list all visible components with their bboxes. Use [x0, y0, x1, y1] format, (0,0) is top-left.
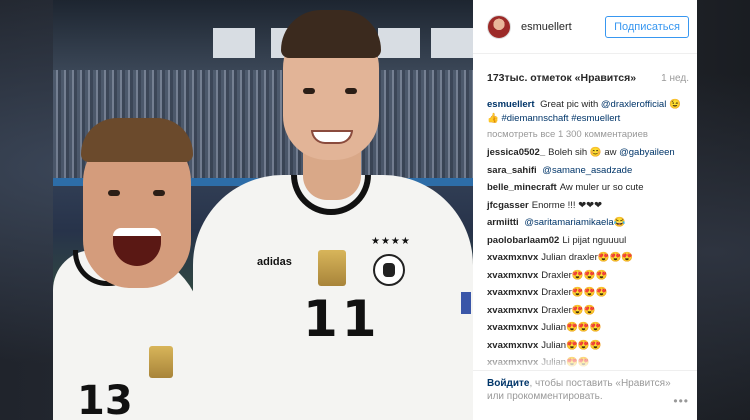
- comment-row: xvaxmxnvx Draxler😍😍😍: [487, 284, 691, 302]
- comment-row: paolobarlaam02 Li pijat nguuuul: [487, 232, 691, 250]
- comment-text: Julian draxler😍😍😍: [541, 252, 634, 263]
- comment-username[interactable]: sara_sahifi: [487, 165, 537, 176]
- caption-text: Great pic with: [540, 99, 599, 110]
- comment-row: xvaxmxnvx Draxler😍😍: [487, 302, 691, 320]
- comment-text: Julian😍😍😍: [541, 322, 602, 333]
- left-player-eye: [108, 190, 120, 196]
- comment-username[interactable]: jfcgasser: [487, 200, 529, 211]
- left-player-hair: [81, 118, 193, 162]
- post-photo[interactable]: 13 adidas ★★★★ 11: [53, 0, 473, 420]
- right-player-number: 11: [303, 290, 381, 348]
- comment-text: Aw muler ur so cute: [559, 182, 644, 193]
- post-header: esmuellert Подписаться: [473, 0, 697, 54]
- post-username[interactable]: esmuellert: [521, 21, 605, 33]
- avatar[interactable]: [487, 14, 511, 39]
- stadium-screen: [213, 28, 255, 58]
- germany-crest-icon: [373, 254, 405, 286]
- comment-row: belle_minecraft Aw muler ur so cute: [487, 179, 691, 197]
- caption-hashtags[interactable]: #diemannschaft #esmuellert: [501, 113, 620, 124]
- comment-text: Boleh sih 😊 aw: [548, 147, 617, 158]
- comment-username[interactable]: xvaxmxnvx: [487, 305, 538, 316]
- fifa-badge: [318, 250, 346, 286]
- comment-row: armiitti @saritamariamikaela😂: [487, 214, 691, 232]
- comment-row: jfcgasser Enorme !!! ❤❤❤: [487, 197, 691, 215]
- more-options-button[interactable]: •••: [673, 395, 689, 408]
- follow-button[interactable]: Подписаться: [605, 15, 689, 38]
- post-meta: 173тыс. отметок «Нравится» 1 нед.: [473, 54, 697, 88]
- comment-text: Enorme !!! ❤❤❤: [531, 199, 603, 211]
- comment-row: xvaxmxnvx Julian draxler😍😍😍: [487, 249, 691, 267]
- stadium-screen: [378, 28, 420, 58]
- comment-username[interactable]: xvaxmxnvx: [487, 287, 538, 298]
- left-player-number: 13: [77, 378, 133, 420]
- left-player-eye: [153, 190, 165, 196]
- likes-count[interactable]: 173тыс. отметок «Нравится»: [487, 72, 636, 84]
- comment-username[interactable]: belle_minecraft: [487, 182, 557, 193]
- right-player-eye: [345, 88, 357, 94]
- comment-row: sara_sahifi @samane_asadzade: [487, 162, 691, 180]
- login-link[interactable]: Войдите: [487, 378, 529, 389]
- sleeve-patch: [461, 292, 471, 314]
- comment-list: esmuellert Great pic with @draxleroffici…: [473, 88, 697, 372]
- comments-panel: esmuellert Подписаться 173тыс. отметок «…: [473, 0, 697, 420]
- caption-username[interactable]: esmuellert: [487, 99, 535, 110]
- comment-row: jessica0502_ Boleh sih 😊 aw @gabyaileen: [487, 144, 691, 162]
- fifa-badge-left: [149, 346, 173, 378]
- comment-username[interactable]: xvaxmxnvx: [487, 322, 538, 333]
- view-all-comments-link[interactable]: посмотреть все 1 300 комментариев: [487, 128, 691, 142]
- post-caption: esmuellert Great pic with @draxleroffici…: [487, 98, 691, 126]
- comment-row: xvaxmxnvx Julian😍😍😍: [487, 319, 691, 337]
- comment-text: Draxler😍😍😍: [541, 269, 608, 281]
- comment-username[interactable]: xvaxmxnvx: [487, 252, 538, 263]
- adidas-logo: adidas: [257, 256, 292, 268]
- post-time[interactable]: 1 нед.: [661, 73, 689, 84]
- login-prompt: Войдите, чтобы поставить «Нравится» или …: [473, 370, 697, 420]
- caption-mention[interactable]: @draxlerofficial: [601, 99, 666, 110]
- comment-mention[interactable]: @saritamariamikaela😂: [524, 217, 625, 228]
- championship-stars: ★★★★: [371, 236, 411, 247]
- comment-row: xvaxmxnvx Draxler😍😍😍: [487, 267, 691, 285]
- comments-fade: [473, 350, 697, 370]
- comment-text: Draxler😍😍: [541, 304, 596, 316]
- comment-mention[interactable]: @samane_asadzade: [542, 165, 632, 176]
- comment-username[interactable]: xvaxmxnvx: [487, 340, 538, 351]
- comment-text: Li pijat nguuuul: [562, 234, 627, 246]
- comment-username[interactable]: armiitti: [487, 217, 519, 228]
- comment-username[interactable]: xvaxmxnvx: [487, 270, 538, 281]
- comment-username[interactable]: paolobarlaam02: [487, 235, 559, 246]
- comment-text: Julian😍😍😍: [541, 339, 602, 351]
- stadium-screen: [431, 28, 473, 58]
- post-modal: 13 adidas ★★★★ 11 esmuellert Подписаться…: [53, 0, 697, 420]
- comment-username[interactable]: jessica0502_: [487, 147, 545, 158]
- comment-mention[interactable]: @gabyaileen: [619, 147, 675, 158]
- comment-text: Draxler😍😍😍: [541, 287, 608, 298]
- right-player-eye: [303, 88, 315, 94]
